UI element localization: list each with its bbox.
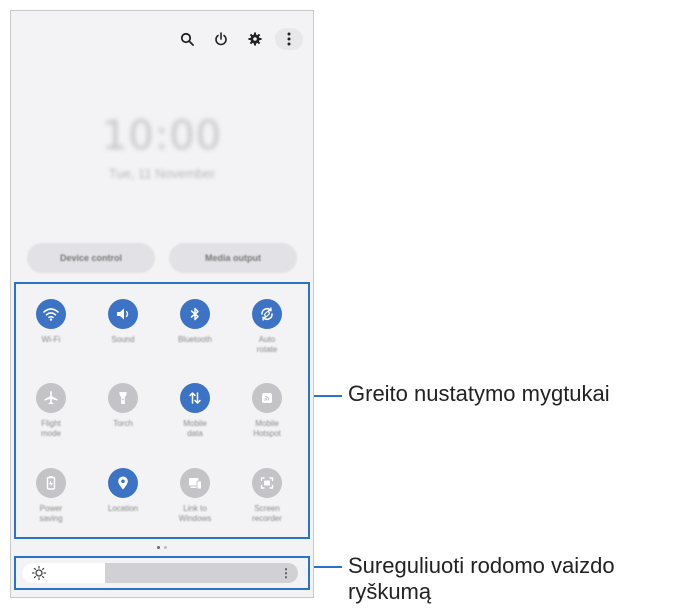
tile-location[interactable]: Location [95, 468, 151, 514]
location-icon [108, 468, 138, 498]
tile-label: Sound [111, 335, 135, 344]
tile-label: Torch [113, 419, 133, 428]
more-vertical-icon[interactable]: ⋮ [280, 565, 292, 581]
tile-label: Location [107, 504, 139, 513]
battery-icon [36, 468, 66, 498]
wifi-icon [36, 299, 66, 329]
clock-time: 10:00 [101, 113, 223, 159]
link-windows-icon [180, 468, 210, 498]
screen-recorder-icon [252, 468, 282, 498]
rotate-icon [252, 299, 282, 329]
page-dot-inactive [164, 546, 167, 549]
tile-mobile-data[interactable]: Mobile data [167, 383, 223, 439]
mobile-data-icon [180, 383, 210, 413]
page-indicator [11, 546, 313, 549]
flashlight-icon [108, 383, 138, 413]
clock-date: Tue, 11 November [108, 166, 216, 181]
bluetooth-icon [180, 299, 210, 329]
quick-panel-screen: 10:00 Tue, 11 November Device control Me… [10, 10, 314, 598]
tile-label: Power saving [39, 504, 63, 523]
tile-label: Wi-Fi [41, 335, 61, 344]
tile-label: Auto rotate [256, 335, 278, 354]
tile-screen-recorder[interactable]: Screen recorder [239, 468, 295, 524]
tile-label: Link to Windows [178, 504, 212, 523]
media-output-button[interactable]: Media output [169, 243, 297, 273]
tile-label: Bluetooth [178, 335, 212, 344]
leader-line-quick-buttons [314, 395, 342, 397]
tile-label: Mobile data [183, 419, 207, 438]
gear-icon[interactable] [241, 28, 269, 50]
quick-panel-header [173, 28, 303, 50]
leader-line-brightness [314, 566, 342, 568]
airplane-icon [36, 383, 66, 413]
device-control-button[interactable]: Device control [27, 243, 155, 273]
tile-torch[interactable]: Torch [95, 383, 151, 429]
callout-brightness: Sureguliuoti rodomo vaizdo ryškumą [348, 553, 615, 604]
tile-flight-mode[interactable]: Flight mode [23, 383, 79, 439]
search-icon[interactable] [173, 28, 201, 50]
tile-bluetooth[interactable]: Bluetooth [167, 299, 223, 345]
tile-auto-rotate[interactable]: Auto rotate [239, 299, 295, 355]
tile-link-to-windows[interactable]: Link to Windows [167, 468, 223, 524]
tile-power-saving[interactable]: Power saving [23, 468, 79, 524]
quick-settings-panel: Wi-Fi Sound Bluetooth Auto rotate Flight… [14, 282, 310, 539]
tile-label: Mobile Hotspot [253, 419, 281, 438]
page-dot-active [157, 546, 160, 549]
brightness-slider[interactable]: ⋮ [22, 563, 298, 583]
media-output-label: Media output [205, 253, 261, 263]
tile-label: Flight mode [40, 419, 61, 438]
sound-icon [108, 299, 138, 329]
tile-label: Screen recorder [252, 504, 282, 523]
brightness-bar: ⋮ [14, 556, 310, 590]
power-icon[interactable] [207, 28, 235, 50]
device-control-label: Device control [59, 253, 123, 263]
callout-quick-buttons: Greito nustatymo mygtukai [348, 381, 610, 406]
tile-wifi[interactable]: Wi-Fi [23, 299, 79, 345]
sun-icon [31, 565, 47, 581]
hotspot-icon [252, 383, 282, 413]
more-vertical-icon[interactable] [275, 28, 303, 50]
tile-mobile-hotspot[interactable]: Mobile Hotspot [239, 383, 295, 439]
tile-sound[interactable]: Sound [95, 299, 151, 345]
